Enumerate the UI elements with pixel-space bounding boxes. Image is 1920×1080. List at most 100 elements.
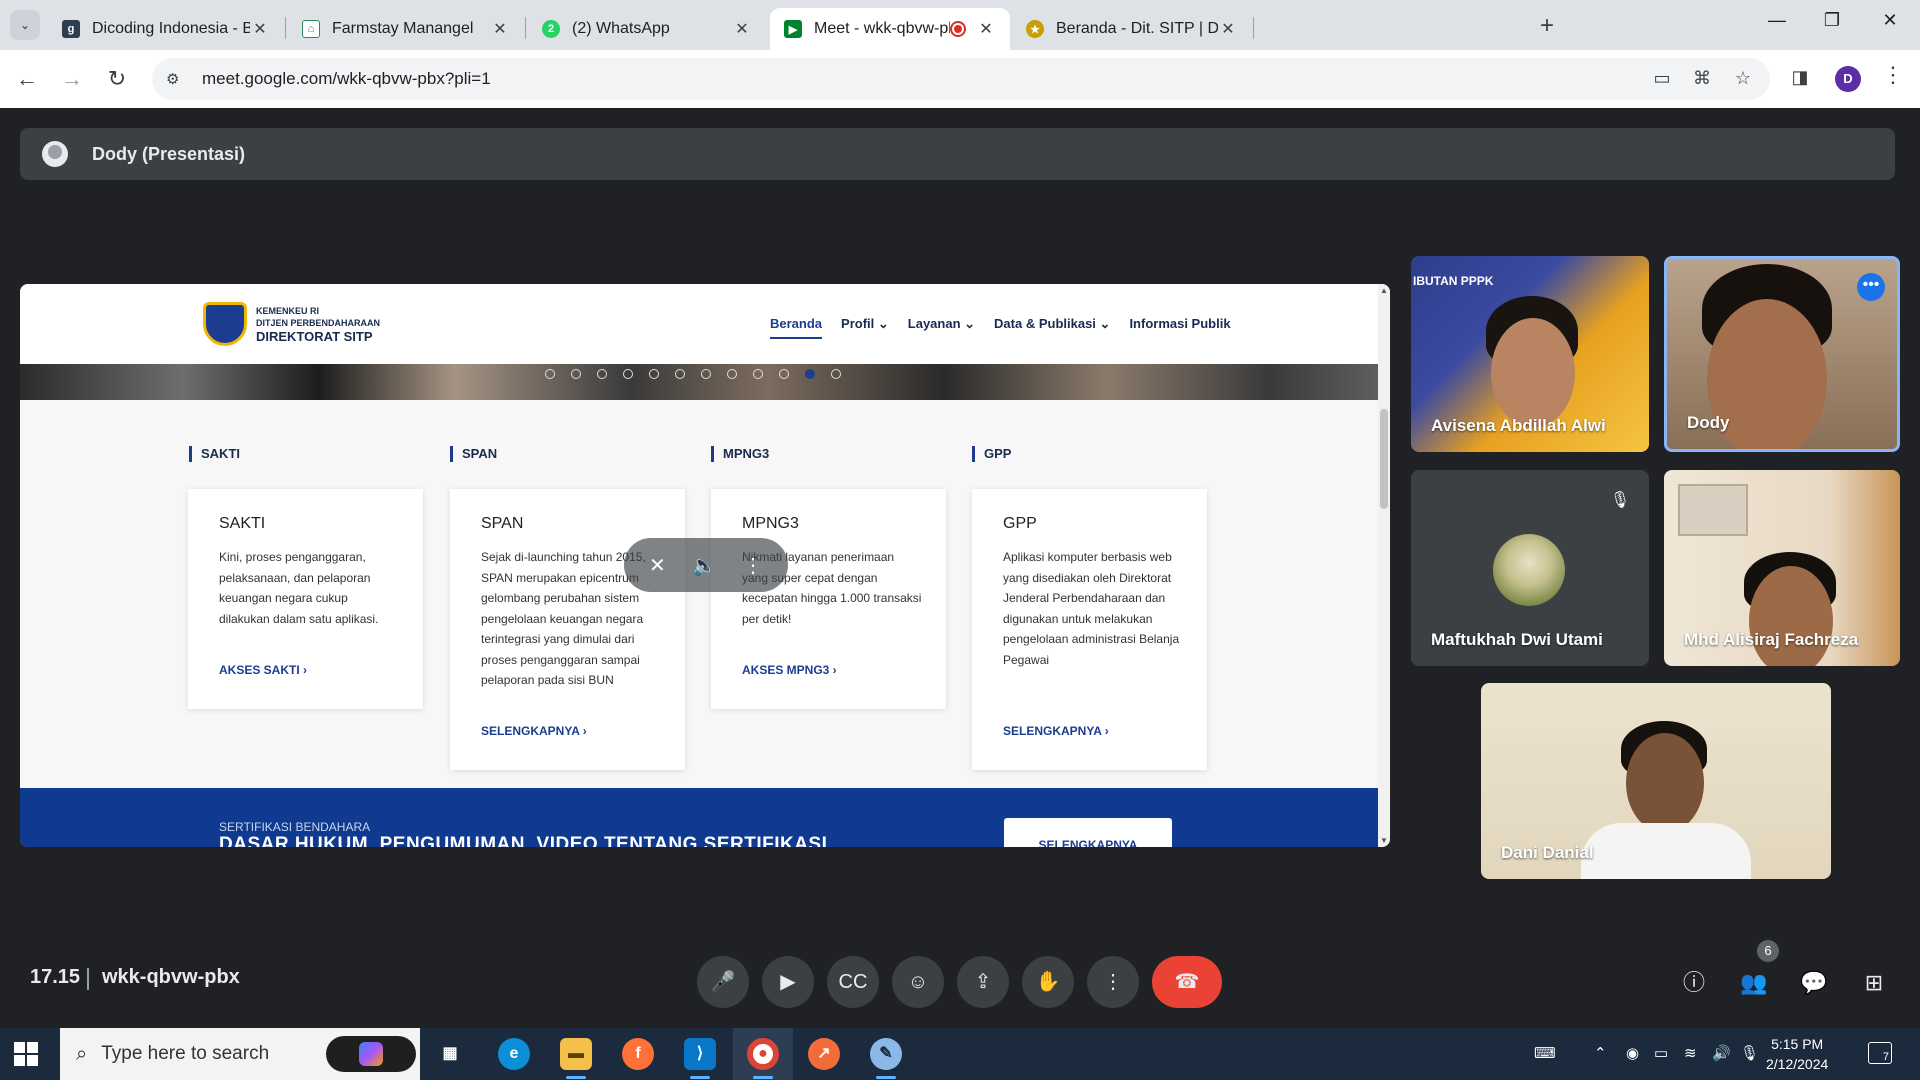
volume-icon[interactable]: 🔈 [692, 553, 717, 578]
paint-icon[interactable]: ✎ [870, 1038, 902, 1070]
shared-scrollbar[interactable]: ▲ ▼ [1378, 284, 1390, 847]
present-button[interactable]: ⇪ [957, 956, 1009, 1008]
site-nav-profil[interactable]: Profil ⌄ [841, 316, 889, 339]
vscode-icon[interactable]: ⟩ [684, 1038, 716, 1070]
edge-icon[interactable]: e [498, 1038, 530, 1070]
back-button[interactable]: ← [12, 64, 42, 94]
close-tab-icon[interactable]: ✕ [976, 19, 996, 39]
tab-beranda[interactable]: ★ Beranda - Dit. SITP | DJPb Keme ✕ [1012, 8, 1252, 50]
omnibox[interactable]: ⚙ meet.google.com/wkk-qbvw-pbx?pli=1 ▭ ⌘… [152, 58, 1770, 100]
tab-search-dropdown[interactable]: ⌄ [10, 10, 40, 40]
captions-button[interactable]: CC [827, 956, 879, 1008]
camera-button[interactable]: ▶ [762, 956, 814, 1008]
close-tab-icon[interactable]: ✕ [490, 19, 510, 39]
tab-whatsapp[interactable]: 2 (2) WhatsApp ✕ [528, 8, 766, 50]
minimize-button[interactable]: — [1757, 10, 1797, 31]
camera-tray-icon[interactable]: ◉ [1626, 1044, 1639, 1062]
chat-button[interactable]: 💬 [1797, 966, 1831, 1000]
bookmark-star-icon[interactable]: ☆ [1731, 68, 1755, 92]
keyboard-icon[interactable]: ⌨ [1534, 1044, 1556, 1062]
scroll-up-icon[interactable]: ▲ [1380, 286, 1388, 295]
chevron-up-icon[interactable]: ⌃ [1594, 1044, 1607, 1062]
carousel-dot[interactable] [779, 369, 789, 379]
carousel-dot[interactable] [649, 369, 659, 379]
file-explorer-icon[interactable]: ▬ [560, 1038, 592, 1070]
site-nav-informasi-publik[interactable]: Informasi Publik [1129, 316, 1230, 339]
tab-farmstay[interactable]: ⌂ Farmstay Manangel ✕ [288, 8, 524, 50]
close-tab-icon[interactable]: ✕ [250, 19, 270, 39]
close-tab-icon[interactable]: ✕ [1218, 19, 1238, 39]
running-indicator [566, 1076, 586, 1079]
carousel-dot[interactable] [701, 369, 711, 379]
carousel-dot[interactable] [571, 369, 581, 379]
carousel-dot[interactable] [831, 369, 841, 379]
copilot-button[interactable] [326, 1036, 416, 1072]
new-tab-button[interactable]: + [1540, 12, 1554, 40]
scroll-down-icon[interactable]: ▼ [1380, 836, 1388, 845]
volume-icon[interactable]: 🔊 [1712, 1044, 1731, 1062]
leave-call-button[interactable]: ☎ [1152, 956, 1222, 1008]
notification-center-icon[interactable]: 7 [1868, 1042, 1892, 1064]
microphone-tray-icon[interactable]: 🎙 [1740, 1044, 1759, 1062]
more-options-button[interactable]: ⋮ [1087, 956, 1139, 1008]
tab-meet[interactable]: ▶ Meet - wkk-qbvw-pbx ✕ [770, 8, 1010, 50]
call-end-icon: ☎ [1174, 971, 1200, 993]
participant-tile[interactable]: IBUTAN PPPK Avisena Abdillah Alwi [1411, 256, 1649, 452]
close-window-button[interactable]: ✕ [1870, 10, 1910, 31]
task-view-icon[interactable]: ▦ [434, 1038, 466, 1070]
carousel-dot-active[interactable] [805, 369, 815, 379]
site-nav-beranda[interactable]: Beranda [770, 316, 823, 339]
unpin-icon[interactable]: ✕ [649, 553, 666, 578]
raise-hand-button[interactable]: ✋ [1022, 956, 1074, 1008]
carousel-dot[interactable] [675, 369, 685, 379]
carousel-dot[interactable] [623, 369, 633, 379]
site-settings-icon[interactable]: ⚙ [166, 70, 188, 88]
selengkapnya-gpp-link[interactable]: SELENGKAPNYA › [1003, 724, 1109, 738]
reactions-button[interactable]: ☺ [892, 956, 944, 1008]
carousel-dot[interactable] [597, 369, 607, 379]
taskbar-search[interactable]: ⌕ Type here to search [60, 1028, 420, 1080]
akses-sakti-link[interactable]: AKSES SAKTI › [219, 663, 307, 677]
restore-button[interactable]: ❐ [1812, 10, 1852, 31]
chrome-icon[interactable]: ● [747, 1038, 779, 1070]
profile-avatar[interactable]: D [1835, 66, 1861, 92]
firefox-icon[interactable]: f [622, 1038, 654, 1070]
taskbar-clock[interactable]: 5:15 PM 2/12/2024 [1766, 1034, 1828, 1074]
postman-icon[interactable]: ↗ [808, 1038, 840, 1070]
forward-button[interactable]: → [57, 64, 87, 94]
people-button[interactable]: 👥 [1737, 966, 1771, 1000]
microphone-button[interactable]: 🎤 [697, 956, 749, 1008]
participant-tile[interactable]: Mhd Alisiraj Fachreza [1664, 470, 1900, 666]
site-nav-layanan[interactable]: Layanan ⌄ [908, 316, 975, 339]
more-options-icon[interactable]: ⋮ [743, 553, 763, 578]
carousel-dot[interactable] [753, 369, 763, 379]
camera-icon[interactable]: ▭ [1650, 68, 1674, 92]
participant-tile-speaking[interactable]: ••• Dody [1664, 256, 1900, 452]
side-panel-icon[interactable]: ◨ [1788, 67, 1812, 91]
akses-mpng3-link[interactable]: AKSES MPNG3 › [742, 663, 837, 677]
scroll-thumb[interactable] [1380, 409, 1388, 509]
carousel-dot[interactable] [545, 369, 555, 379]
wifi-icon[interactable]: ≋ [1684, 1044, 1697, 1062]
close-tab-icon[interactable]: ✕ [732, 19, 752, 39]
browser-menu-icon[interactable]: ⋮ [1882, 62, 1904, 88]
shared-screen[interactable]: KEMENKEU RI DITJEN PERBENDAHARAAN DIREKT… [20, 284, 1390, 847]
site-nav-data-publikasi[interactable]: Data & Publikasi ⌄ [994, 316, 1110, 339]
battery-icon[interactable]: ▭ [1654, 1044, 1668, 1062]
search-placeholder[interactable]: Type here to search [101, 1043, 269, 1065]
selengkapnya-button[interactable]: SELENGKAPNYA [1004, 818, 1172, 847]
participant-tile[interactable]: 🎙 Maftukhah Dwi Utami [1411, 470, 1649, 666]
tab-dicoding[interactable]: g Dicoding Indonesia - Bangun K ✕ [48, 8, 284, 50]
meeting-details-button[interactable]: ⓘ [1677, 966, 1711, 1000]
more-options-button[interactable]: ••• [1857, 273, 1885, 301]
running-indicator [753, 1076, 773, 1079]
activities-button[interactable]: ⊞ [1857, 966, 1891, 1000]
participant-tile[interactable]: Dani Danial [1481, 683, 1831, 879]
selengkapnya-span-link[interactable]: SELENGKAPNYA › [481, 724, 587, 738]
url-text[interactable]: meet.google.com/wkk-qbvw-pbx?pli=1 [202, 69, 491, 89]
reload-button[interactable]: ↻ [102, 64, 132, 94]
translate-icon[interactable]: ⌘ [1690, 68, 1714, 92]
carousel-dot[interactable] [727, 369, 737, 379]
start-button[interactable] [14, 1042, 38, 1066]
sertifikasi-banner: SERTIFIKASI BENDAHARA DASAR HUKUM, PENGU… [20, 788, 1378, 847]
